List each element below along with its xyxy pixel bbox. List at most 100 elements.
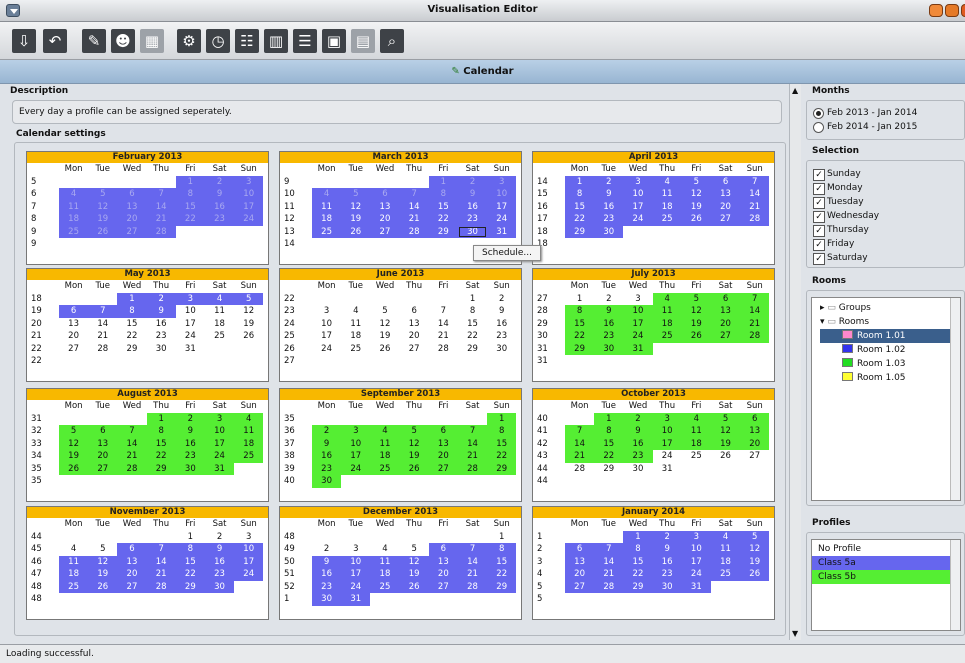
day-cell[interactable]: 18 [681, 437, 711, 450]
day-checkbox[interactable]: Sunday [809, 167, 879, 181]
day-cell[interactable]: 15 [428, 200, 458, 213]
day-cell[interactable]: 26 [234, 330, 263, 343]
day-cell[interactable]: 16 [312, 568, 342, 581]
profiles-scrollbar[interactable] [950, 540, 960, 630]
day-cell[interactable]: 30 [147, 343, 176, 356]
day-cell[interactable]: 31 [176, 343, 205, 356]
day-cell[interactable]: 4 [370, 543, 399, 556]
day-cell[interactable]: 10 [176, 305, 205, 318]
day-cell[interactable]: 29 [487, 462, 517, 475]
day-cell[interactable]: 9 [623, 425, 653, 438]
day-cell[interactable]: 6 [370, 188, 400, 201]
day-cell[interactable]: 17 [234, 200, 264, 213]
day-cell[interactable]: 18 [370, 568, 400, 581]
day-cell[interactable]: 9 [594, 188, 624, 201]
day-cell[interactable]: 20 [117, 568, 147, 581]
day-cell[interactable]: 8 [428, 188, 458, 201]
day-cell[interactable]: 23 [594, 330, 624, 343]
day-cell[interactable]: 3 [312, 305, 341, 318]
day-cell[interactable]: 2 [205, 531, 234, 544]
day-cell[interactable]: 19 [341, 213, 371, 226]
day-cell[interactable]: 14 [429, 318, 458, 331]
day-cell[interactable]: 30 [312, 593, 342, 606]
day-cell[interactable]: 5 [400, 543, 429, 556]
day-cell[interactable]: 5 [59, 425, 89, 438]
day-cell[interactable]: 21 [88, 330, 117, 343]
scroll-down-icon[interactable]: ▼ [792, 629, 798, 638]
day-cell[interactable]: 27 [117, 225, 147, 238]
day-cell[interactable]: 13 [117, 555, 147, 568]
day-cell[interactable]: 2 [594, 175, 624, 188]
day-cell[interactable]: 24 [341, 580, 371, 593]
day-cell[interactable]: 22 [458, 330, 487, 343]
day-cell[interactable]: 11 [234, 425, 264, 438]
day-cell[interactable]: 23 [147, 330, 176, 343]
day-cell[interactable]: 9 [594, 305, 624, 318]
day-cell[interactable]: 17 [204, 437, 235, 450]
day-cell[interactable]: 13 [710, 305, 741, 318]
day-cell[interactable]: 6 [740, 412, 770, 425]
day-cell[interactable]: 26 [399, 462, 429, 475]
day-cell[interactable]: 29 [565, 225, 595, 238]
rooms-tree[interactable]: ▸ ▭ Groups ▾ ▭ Rooms Room 1.01 Room 1.02 R… [811, 297, 961, 501]
day-cell[interactable]: 18 [59, 213, 89, 226]
day-cell[interactable]: 6 [710, 175, 741, 188]
day-cell[interactable]: 13 [370, 200, 400, 213]
day-cell[interactable]: 24 [487, 213, 517, 226]
day-cell[interactable]: 22 [117, 330, 146, 343]
room-item[interactable]: Room 1.02 [820, 343, 960, 357]
day-cell[interactable]: 12 [740, 543, 770, 556]
day-cell[interactable]: 28 [146, 225, 176, 238]
day-cell[interactable]: 28 [594, 580, 624, 593]
day-cell[interactable]: 16 [312, 450, 342, 463]
day-cell[interactable]: 26 [740, 568, 770, 581]
day-cell[interactable]: 16 [623, 437, 653, 450]
day-cell[interactable]: 18 [341, 330, 370, 343]
day-cell[interactable]: 7 [146, 188, 176, 201]
day-cell[interactable]: 24 [623, 330, 653, 343]
day-cell[interactable]: 2 [457, 175, 488, 188]
day-cell[interactable]: 8 [487, 543, 517, 556]
day-cell[interactable]: 3 [623, 175, 653, 188]
day-cell[interactable]: 18 [652, 317, 682, 330]
undo-icon[interactable]: ↶ [43, 29, 67, 53]
day-checkbox[interactable]: Tuesday [809, 195, 879, 209]
day-cell[interactable]: 16 [204, 555, 235, 568]
day-cell[interactable]: 3 [487, 175, 517, 188]
day-cell[interactable]: 5 [710, 412, 741, 425]
day-cell[interactable]: 24 [312, 343, 341, 356]
day-cell[interactable]: 5 [740, 530, 770, 543]
profile-item[interactable]: Class 5b [812, 570, 950, 584]
day-cell[interactable]: 8 [117, 305, 147, 318]
tree-icon[interactable]: ☷ [235, 29, 259, 53]
day-cell[interactable]: 27 [428, 580, 458, 593]
day-cell[interactable]: 19 [399, 568, 429, 581]
day-cell[interactable]: 29 [175, 580, 205, 593]
day-cell[interactable]: 6 [710, 292, 741, 305]
day-cell[interactable]: 2 [652, 530, 682, 543]
day-cell[interactable]: 12 [234, 305, 263, 318]
day-cell[interactable]: 20 [710, 317, 741, 330]
day-cell[interactable]: 23 [652, 568, 682, 581]
day-cell[interactable]: 9 [204, 543, 235, 556]
day-cell[interactable]: 21 [117, 450, 147, 463]
day-cell[interactable]: 11 [312, 200, 342, 213]
day-cell[interactable]: 5 [681, 292, 711, 305]
day-cell[interactable]: 22 [175, 213, 205, 226]
day-cell[interactable]: 6 [117, 188, 147, 201]
day-cell[interactable]: 21 [740, 200, 770, 213]
day-cell[interactable]: 28 [457, 580, 488, 593]
day-cell[interactable]: 14 [740, 305, 770, 318]
day-cell[interactable]: 28 [740, 213, 770, 226]
day-cell[interactable]: 10 [234, 188, 264, 201]
day-cell[interactable]: 1 [458, 293, 487, 306]
day-cell[interactable]: 2 [594, 293, 623, 306]
day-cell[interactable]: 17 [652, 437, 682, 450]
day-cell[interactable]: 12 [88, 200, 118, 213]
day-cell[interactable]: 5 [370, 305, 399, 318]
day-cell[interactable]: 21 [457, 568, 488, 581]
day-cell[interactable]: 15 [146, 437, 176, 450]
day-cell[interactable]: 4 [652, 292, 682, 305]
day-cell[interactable]: 10 [312, 318, 341, 331]
day-cell[interactable]: 21 [740, 317, 770, 330]
